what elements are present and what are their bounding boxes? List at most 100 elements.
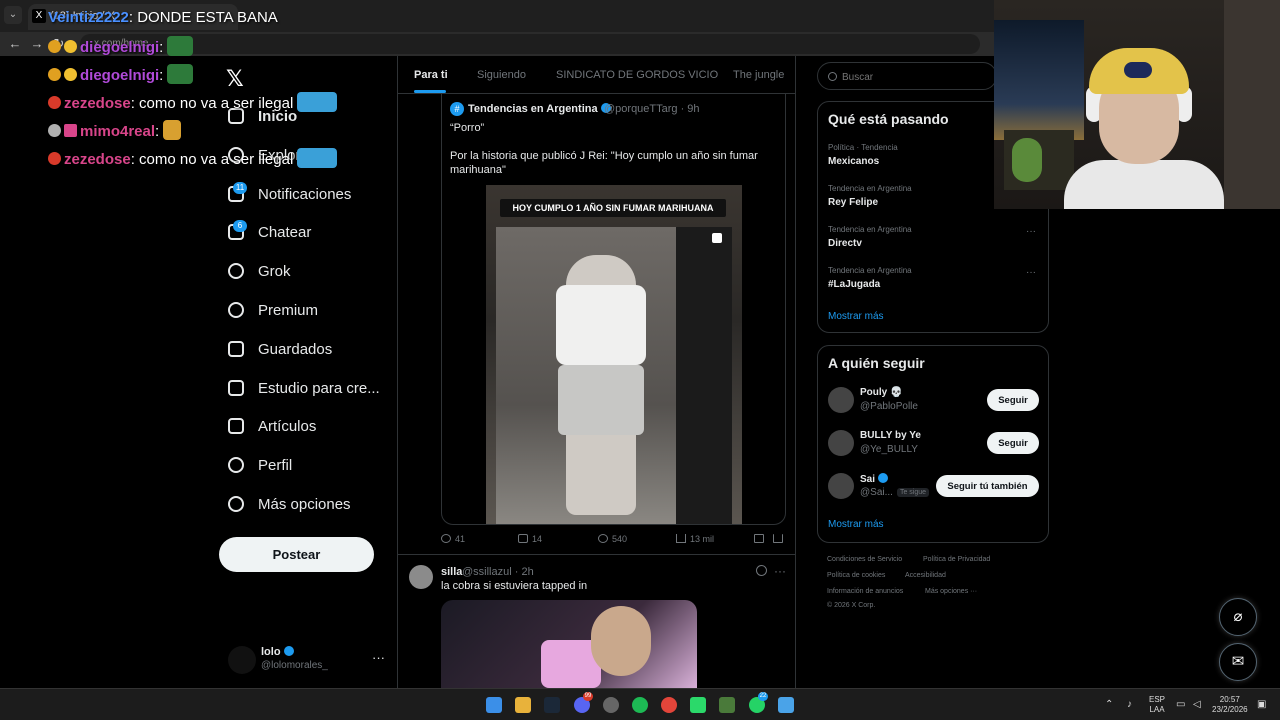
nav-item-perfil[interactable]: Perfil <box>228 452 292 478</box>
microphone-icon[interactable]: ♪ <box>1127 699 1132 710</box>
post-button[interactable]: Postear <box>219 537 374 572</box>
post-text: la cobra si estuviera tapped in <box>441 580 588 592</box>
nav-item-notificaciones[interactable]: 11 Notificaciones <box>228 181 351 207</box>
trend-name[interactable]: #LaJugada <box>828 279 880 290</box>
trend-name[interactable]: Rey Felipe <box>828 197 878 208</box>
quoted-author[interactable]: Tendencias en Argentina <box>468 103 611 115</box>
avatar[interactable] <box>828 473 854 499</box>
discord-icon[interactable]: 99 <box>574 692 593 713</box>
footer-link[interactable]: Más opciones ··· <box>925 588 977 595</box>
avatar[interactable] <box>409 565 433 589</box>
chat-message: : <box>155 123 160 140</box>
obs-icon[interactable] <box>603 697 619 713</box>
nav-item-chatear[interactable]: 6 Chatear <box>228 219 311 245</box>
clock[interactable]: 20:57 23/2/2026 <box>1212 695 1248 715</box>
search-input[interactable] <box>842 69 982 85</box>
views-button[interactable]: 13 mil <box>676 534 714 544</box>
file-explorer-icon[interactable] <box>515 697 531 713</box>
more-circle-icon <box>228 496 244 512</box>
follow-name[interactable]: BULLY by Ye <box>860 430 921 441</box>
messages-floating-button[interactable]: ✉ <box>1219 643 1257 681</box>
reply-icon <box>441 534 451 543</box>
more-options-icon[interactable]: ··· <box>774 564 786 578</box>
minecraft-icon[interactable] <box>719 697 735 713</box>
language-indicator[interactable]: ESP LAA <box>1149 695 1165 715</box>
post-image[interactable] <box>441 600 697 688</box>
volume-icon[interactable]: ◁ <box>1193 699 1201 710</box>
grok-floating-button[interactable]: ⌀ <box>1219 598 1257 636</box>
browser-tab[interactable]: X (13) Inicio / X <box>28 4 238 30</box>
feed-tabs: Para ti Siguiendo SINDICATO DE GORDOS VI… <box>398 56 795 94</box>
reload-icon[interactable]: ↻ <box>50 35 68 53</box>
tray-chevron-icon[interactable]: ⌃ <box>1105 699 1113 710</box>
chat-username: diegoelnigi <box>80 67 160 84</box>
quoted-post[interactable]: # Tendencias en Argentina @porqueTTarg ·… <box>441 94 786 525</box>
reply-button[interactable]: 41 <box>441 534 465 544</box>
footer-link[interactable]: Política de cookies <box>827 572 885 579</box>
nav-item-mas-opciones[interactable]: Más opciones <box>228 491 351 517</box>
avatar[interactable] <box>828 430 854 456</box>
notepad-icon[interactable] <box>778 697 794 713</box>
nav-item-guardados[interactable]: Guardados <box>228 336 332 362</box>
cam-shirt <box>1064 160 1224 209</box>
tab-sindicato[interactable]: SINDICATO DE GORDOS VICIO <box>556 69 718 81</box>
x-logo-icon[interactable]: 𝕏 <box>226 66 244 92</box>
like-button[interactable]: 540 <box>598 534 627 544</box>
trend-name[interactable]: Mexicanos <box>828 156 879 167</box>
left-sidebar: 𝕏 Inicio Explorar 11 Notificaciones 6 Ch… <box>200 56 397 688</box>
follow-button[interactable]: Seguir <box>987 389 1039 411</box>
grok-icon[interactable] <box>756 565 767 576</box>
trend-name[interactable]: Directv <box>828 238 862 249</box>
who-to-follow-show-more-link[interactable]: Mostrar más <box>828 519 884 530</box>
follow-back-button[interactable]: Seguir tú también <box>936 475 1039 497</box>
follow-button[interactable]: Seguir <box>987 432 1039 454</box>
post-divider <box>398 554 795 555</box>
footer-link[interactable]: Información de anuncios <box>827 588 903 595</box>
tab-the-jungle[interactable]: The jungle <box>733 69 784 81</box>
repost-button[interactable]: 14 <box>518 534 542 544</box>
back-arrow-icon[interactable]: ← <box>6 35 24 53</box>
trend-more-icon[interactable]: ··· <box>1026 267 1036 278</box>
footer-link[interactable]: Política de Privacidad <box>923 556 990 563</box>
forward-arrow-icon[interactable]: → <box>28 35 46 53</box>
copyright-text: © 2026 X Corp. <box>827 602 876 609</box>
account-more-icon[interactable]: ··· <box>372 650 385 665</box>
account-switcher[interactable]: lolo @lolomorales_ ··· <box>228 642 388 678</box>
avatar[interactable] <box>828 387 854 413</box>
nav-item-articulos[interactable]: Artículos <box>228 413 316 439</box>
hat-logo <box>1124 62 1152 78</box>
tab-para-ti[interactable]: Para ti <box>414 69 448 81</box>
post-image[interactable]: HOY CUMPLO 1 AÑO SIN FUMAR MARIHUANA <box>486 185 742 524</box>
follow-name[interactable]: Sai <box>860 473 889 485</box>
share-button[interactable] <box>773 534 787 544</box>
nav-item-grok[interactable]: Grok <box>228 258 291 284</box>
kick-icon[interactable] <box>690 697 706 713</box>
badge-icon <box>48 124 61 137</box>
steam-icon[interactable] <box>544 697 560 713</box>
chrome-icon[interactable] <box>661 697 677 713</box>
reply-count: 41 <box>455 534 466 544</box>
url-field[interactable]: x.com/home <box>80 34 980 54</box>
nav-item-inicio[interactable]: Inicio <box>228 103 297 129</box>
post-author-name[interactable]: silla <box>441 566 462 578</box>
footer-link[interactable]: Condiciones de Servicio <box>827 556 902 563</box>
bookmark-button[interactable] <box>754 534 768 544</box>
search-box[interactable] <box>817 62 997 90</box>
multi-image-icon <box>712 233 722 243</box>
footer-link[interactable]: Accesibilidad <box>905 572 946 579</box>
tab-search-button[interactable]: ⌄ <box>4 6 22 24</box>
spotify-icon[interactable] <box>632 697 648 713</box>
trend-more-icon[interactable]: ··· <box>1026 226 1036 237</box>
trends-title: Qué está pasando <box>828 111 949 127</box>
network-icon[interactable]: ▭ <box>1176 699 1185 710</box>
trends-show-more-link[interactable]: Mostrar más <box>828 311 884 322</box>
follow-name[interactable]: Pouly 💀 <box>860 387 902 398</box>
nav-item-premium[interactable]: Premium <box>228 297 318 323</box>
nav-item-explorar[interactable]: Explorar <box>228 142 314 168</box>
nav-item-estudio[interactable]: Estudio para cre... <box>228 375 380 401</box>
windows-start-icon[interactable] <box>486 697 502 713</box>
tab-siguiendo[interactable]: Siguiendo <box>477 69 526 81</box>
follow-handle-text: @Sai... <box>860 487 893 498</box>
notifications-icon[interactable]: ▣ <box>1257 699 1266 710</box>
whatsapp-icon[interactable]: 22 <box>749 692 768 713</box>
